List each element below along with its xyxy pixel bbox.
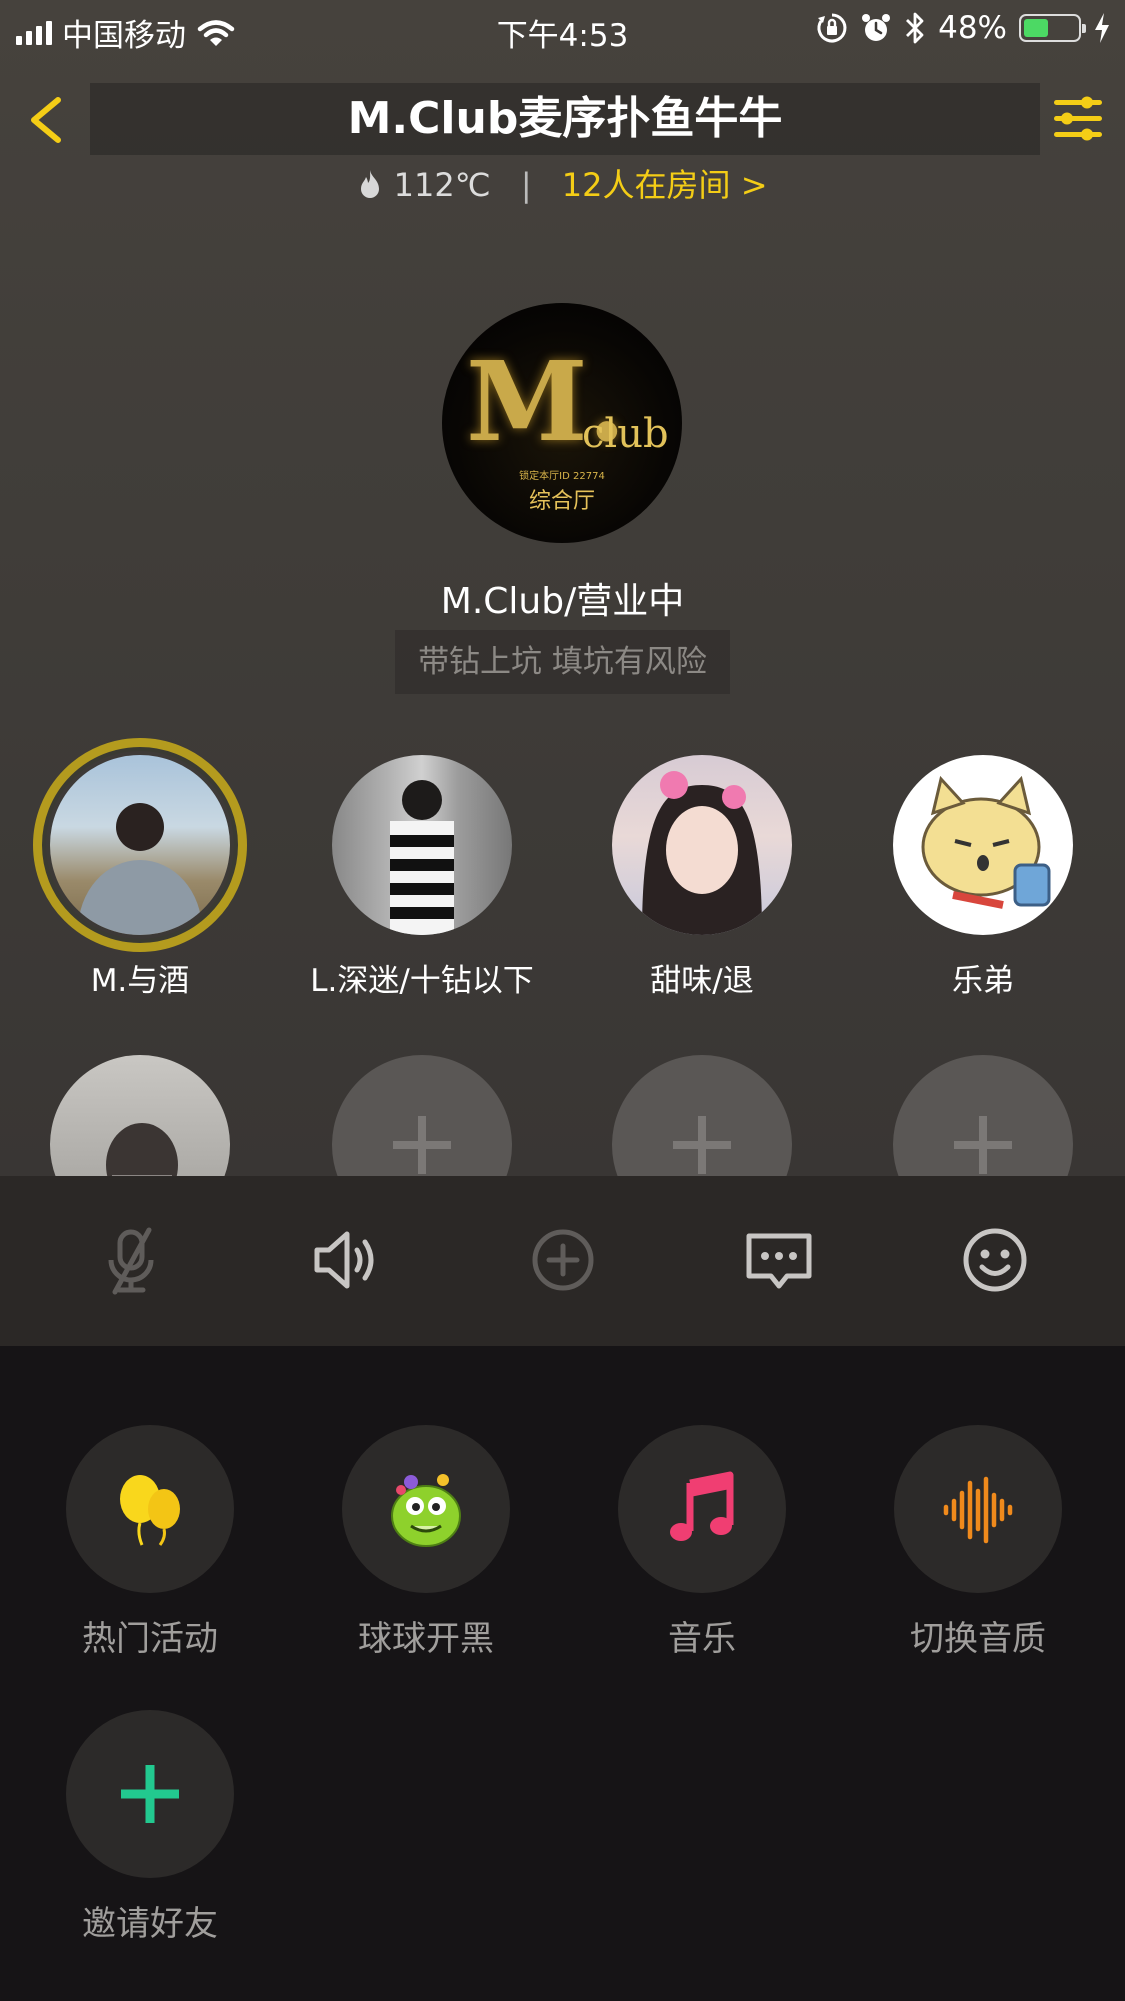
smiley-icon[interactable] [955,1220,1035,1300]
function-circle[interactable] [894,1425,1062,1593]
chevron-left-icon[interactable] [22,92,70,148]
function-circle[interactable] [618,1425,786,1593]
flame-icon [361,170,380,198]
sliders-icon[interactable] [1052,95,1104,143]
seat-name: 乐弟 [952,963,1014,999]
charging-icon [1095,13,1109,43]
bluetooth-icon [906,12,924,44]
function-label: 音乐 [668,1619,736,1659]
alarm-icon [862,14,891,41]
avatar[interactable] [332,755,512,935]
function-panel: 热门活动 球球开黑 音乐 切换音质 邀请好友 [0,1346,1125,2001]
monster-icon [391,1474,461,1547]
music-button[interactable]: 音乐 [602,1425,802,1660]
rotation-lock-icon [817,13,847,43]
function-label: 邀请好友 [82,1904,218,1944]
plus-icon [673,1116,731,1174]
empty-seat-circle[interactable] [612,1055,792,1176]
function-label: 热门活动 [82,1619,218,1659]
battery-percent: 48% [938,10,1007,46]
battery-icon [1019,14,1086,42]
host-tagline: 带钻上坑 填坑有风险 [395,630,730,694]
battery-fill [1024,19,1048,37]
avatar[interactable] [50,1055,230,1176]
mic-muted-icon[interactable] [91,1220,171,1300]
room-area: 中国移动 下午4:53 48% M.Club麦序扑鱼牛牛 112℃ | 12人在… [0,0,1125,1176]
room-title: M.Club麦序扑鱼牛牛 [90,83,1040,155]
room-member-count-link[interactable]: 12人在房间 > [562,166,768,204]
empty-seat-circle[interactable] [893,1055,1073,1176]
ball-game-button[interactable]: 球球开黑 [326,1425,526,1660]
empty-seat-circle[interactable] [332,1055,512,1176]
avatar[interactable] [893,755,1073,935]
avatar[interactable] [612,755,792,935]
plus-icon [393,1116,451,1174]
sound-wave-icon [943,1476,1013,1544]
plus-icon [954,1116,1012,1174]
function-label: 切换音质 [910,1619,1046,1659]
host-name: M.Club/营业中 [440,581,685,622]
room-subline: 112℃ | 12人在房间 > [0,160,1125,206]
chat-bubble-icon[interactable] [739,1220,819,1300]
host-avatar[interactable]: M. club 锁定本厅ID 22774 综合厅 [442,303,682,543]
avatar[interactable] [50,755,230,935]
hot-activity-button[interactable]: 热门活动 [50,1425,250,1660]
function-circle[interactable] [66,1710,234,1878]
plus-icon [121,1765,179,1823]
function-circle[interactable] [342,1425,510,1593]
seat-name: L.深迷/十钻以下 [310,963,534,999]
logo-hall: 综合厅 [528,489,595,514]
status-bar: 中国移动 下午4:53 48% [0,0,1125,56]
music-note-icon [670,1471,734,1541]
speaker-icon[interactable] [307,1220,387,1300]
separator: | [520,166,532,204]
seat-name: 甜味/退 [650,963,754,999]
room-toolbar [0,1176,1125,1346]
function-circle[interactable] [66,1425,234,1593]
room-heat: 112℃ [393,166,491,204]
logo-id: 锁定本厅ID 22774 [519,471,605,482]
logo-club: club [582,411,669,457]
balloons-icon [120,1475,180,1546]
invite-friends-button[interactable]: 邀请好友 [50,1710,250,1945]
function-label: 球球开黑 [358,1619,494,1659]
switch-audio-quality-button[interactable]: 切换音质 [878,1425,1078,1660]
seat-name: M.与酒 [90,963,190,999]
plus-circle-icon[interactable] [523,1220,603,1300]
